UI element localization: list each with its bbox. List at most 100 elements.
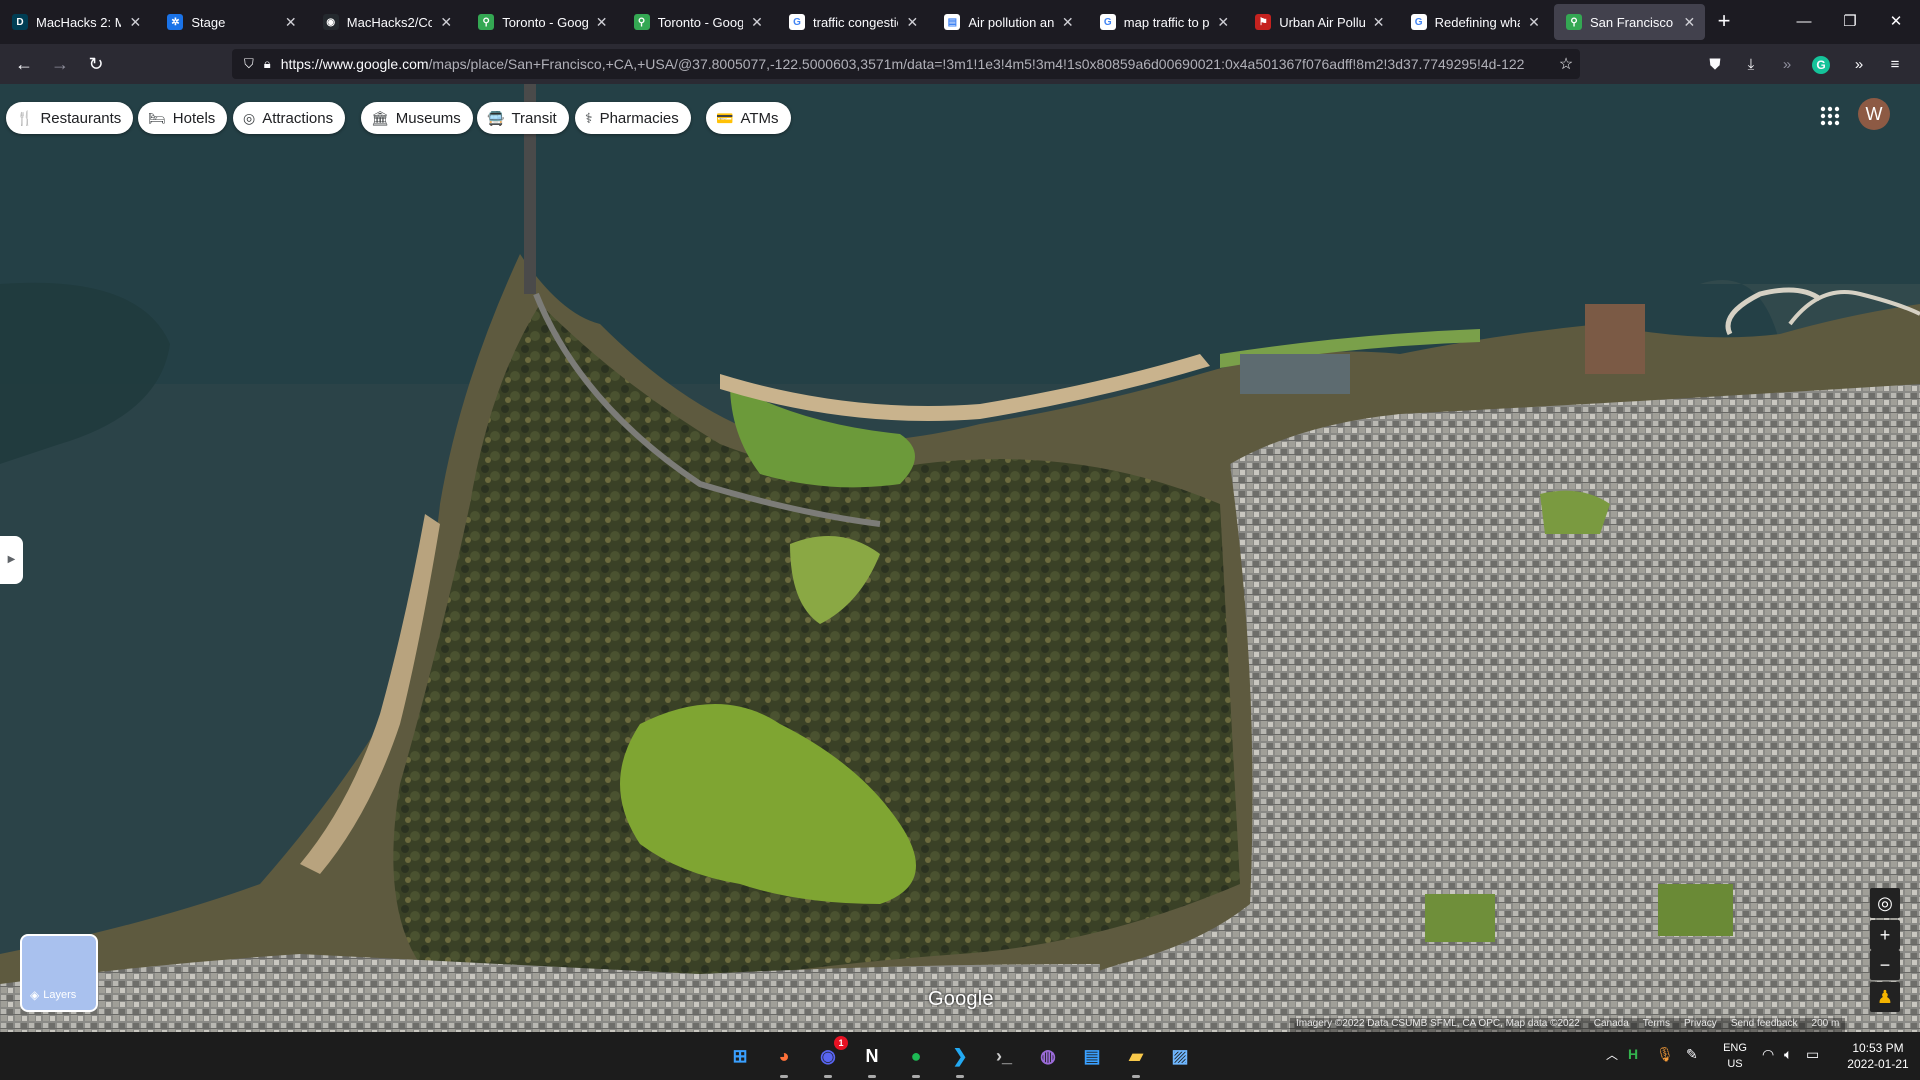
bookmark-star-icon[interactable]: ☆	[1552, 54, 1580, 74]
tab-title: San Francisco - Go	[1590, 14, 1675, 30]
vscode-icon[interactable]: ❯	[944, 1040, 976, 1072]
browser-tab[interactable]: Gmap traffic to poll ✕	[1088, 4, 1239, 40]
google-apps-icon[interactable]	[1818, 104, 1842, 128]
start-icon[interactable]: ⊞	[724, 1040, 756, 1072]
camera-icon: ◎	[243, 109, 256, 126]
tab-close-icon[interactable]: ✕	[1371, 14, 1387, 31]
expand-side-panel-button[interactable]: ▶	[0, 536, 23, 584]
reload-button[interactable]: ↻	[82, 50, 110, 78]
url-text[interactable]: https://www.google.com/maps/place/San+Fr…	[281, 56, 1552, 72]
imagery-credit: Imagery ©2022 Data CSUMB SFML, CA OPC, M…	[1296, 1018, 1580, 1029]
running-indicator	[824, 1075, 832, 1078]
notion-icon[interactable]: N	[856, 1040, 888, 1072]
chip-museums[interactable]: 🏛 Museums	[361, 102, 473, 134]
pharmacy-icon: ⚕	[585, 109, 593, 126]
tray-app-icon[interactable]: H	[1628, 1046, 1638, 1062]
terms-link[interactable]: Terms	[1643, 1018, 1670, 1032]
browser-tab[interactable]: ✲ Stage ✕	[155, 4, 306, 40]
close-window-button[interactable]: ✕	[1876, 8, 1916, 36]
lock-icon[interactable]: 🔒︎	[264, 56, 271, 72]
url-host: https://www.google.com	[280, 56, 429, 72]
running-indicator	[868, 1075, 876, 1078]
browser-tab[interactable]: ⚲ Toronto - Google ✕	[622, 4, 773, 40]
browser-tab[interactable]: ⚲ Toronto - Google ✕	[466, 4, 617, 40]
file-explorer-icon[interactable]: ▰	[1120, 1040, 1152, 1072]
chip-hotels[interactable]: 🛏 Hotels	[138, 102, 228, 134]
tab-close-icon[interactable]: ✕	[904, 14, 920, 31]
tab-close-icon[interactable]: ✕	[1526, 14, 1542, 31]
zoom-in-button[interactable]: +	[1870, 920, 1900, 950]
privacy-link[interactable]: Privacy	[1684, 1018, 1717, 1032]
account-avatar[interactable]: W	[1858, 98, 1890, 130]
tab-close-icon[interactable]: ✕	[283, 14, 299, 31]
country-link[interactable]: Canada	[1594, 1018, 1629, 1032]
extension-arrow-icon[interactable]: »	[1776, 54, 1798, 76]
wifi-icon[interactable]: ◠	[1762, 1046, 1774, 1063]
github-desktop-icon[interactable]: ◍	[1032, 1040, 1064, 1072]
downloads-icon[interactable]: ⤓	[1740, 54, 1762, 76]
minimize-button[interactable]: —	[1784, 8, 1824, 36]
overflow-menu-icon[interactable]: »	[1848, 54, 1870, 76]
tab-close-icon[interactable]: ✕	[749, 14, 765, 31]
google-maps-icon: ⚲	[633, 14, 650, 30]
google-maps-icon: ⚲	[1566, 14, 1582, 30]
scale-bar[interactable]: 200 m	[1812, 1018, 1840, 1032]
bookmark-flag-icon: ⚑	[1255, 14, 1272, 30]
battery-icon[interactable]: ▭	[1806, 1046, 1819, 1063]
tab-close-icon[interactable]: ✕	[594, 14, 610, 31]
satellite-map[interactable]: 🍴 Restaurants 🛏 Hotels ◎ Attractions 🏛 Museums 🚍…	[0, 84, 1920, 1032]
chip-pharmacies[interactable]: ⚕ Pharmacies	[575, 102, 691, 134]
firefox-icon[interactable]: ◕	[768, 1040, 800, 1072]
photos-icon[interactable]: ▨	[1164, 1040, 1196, 1072]
satellite-imagery[interactable]	[0, 84, 1920, 1032]
system-clock[interactable]: 10:53 PM 2022-01-21	[1838, 1040, 1918, 1072]
layers-label: Layers	[43, 989, 77, 1001]
hamburger-menu-icon[interactable]: ≡	[1884, 54, 1906, 76]
back-button[interactable]: ←	[10, 50, 38, 78]
google-icon: G	[1099, 14, 1116, 30]
layers-button[interactable]: ◈ Layers	[20, 934, 98, 1012]
microphone-icon[interactable]: 🎙︎	[1656, 1046, 1674, 1063]
chip-transit[interactable]: 🚍 Transit	[477, 102, 569, 134]
tab-close-icon[interactable]: ✕	[1060, 14, 1076, 31]
forward-button[interactable]: →	[46, 50, 74, 78]
pen-icon[interactable]: ✎	[1686, 1046, 1698, 1063]
google-icon: G	[1410, 14, 1427, 30]
chip-restaurants[interactable]: 🍴 Restaurants	[6, 102, 134, 134]
tab-close-icon[interactable]: ✕	[1681, 14, 1697, 31]
discord-icon[interactable]: ◉ 1	[812, 1036, 848, 1072]
running-indicator	[780, 1075, 788, 1078]
restore-button[interactable]: ❐	[1830, 8, 1870, 36]
send-feedback-link[interactable]: Send feedback	[1731, 1018, 1798, 1032]
new-tab-button[interactable]: +	[1710, 8, 1738, 36]
pocket-icon[interactable]: ⛊	[1704, 54, 1726, 76]
windows-taskbar: ⊞ ◕ ◉ 1 N ● ❯ ›_ ◍ ▤ ▰ ▨ ︿ H 🎙︎ ✎ ENG US ◠ 🔈︎ ▭ 10:…	[0, 1032, 1920, 1080]
tab-title: traffic congestion	[813, 14, 898, 30]
tray-overflow-chevron-icon[interactable]: ︿	[1606, 1046, 1618, 1063]
clock-date: 2022-01-21	[1847, 1057, 1909, 1071]
chip-atms[interactable]: 💳 ATMs	[706, 102, 791, 134]
volume-icon[interactable]: 🔈︎	[1784, 1046, 1792, 1063]
spotify-icon[interactable]: ●	[900, 1040, 932, 1072]
my-location-button[interactable]: ◎	[1870, 888, 1900, 918]
tracking-shield-icon[interactable]: ⛉	[244, 56, 254, 72]
chip-attractions[interactable]: ◎ Attractions	[233, 102, 346, 134]
language-indicator[interactable]: ENG US	[1720, 1040, 1750, 1072]
browser-tab[interactable]: ⚑ Urban Air Pollution ✕	[1243, 4, 1394, 40]
browser-tab[interactable]: Gtraffic congestion ✕	[777, 4, 928, 40]
browser-tab[interactable]: ◉ MacHacks2/Code ✕	[311, 4, 462, 40]
browser-tab[interactable]: G Redefining what a ✕	[1399, 4, 1550, 40]
tab-close-icon[interactable]: ✕	[1215, 14, 1231, 31]
browser-tab[interactable]: ▤ Air pollution and ✕	[932, 4, 1083, 40]
browser-tab[interactable]: D MacHacks 2: Ma ✕	[0, 4, 151, 40]
pegman-street-view-icon[interactable]: ♟	[1870, 982, 1900, 1012]
tab-close-icon[interactable]: ✕	[127, 14, 143, 31]
browser-tab[interactable]: ⚲ San Francisco - Go ✕	[1554, 4, 1706, 40]
grammarly-icon[interactable]: G	[1812, 56, 1830, 74]
zoom-out-button[interactable]: −	[1870, 950, 1900, 980]
terminal-icon[interactable]: ›_	[988, 1040, 1020, 1072]
tab-title: MacHacks 2: Ma	[36, 14, 122, 30]
notepad-icon[interactable]: ▤	[1076, 1040, 1108, 1072]
address-bar[interactable]: ⛉ 🔒︎ https://www.google.com/maps/place/S…	[232, 49, 1580, 79]
tab-close-icon[interactable]: ✕	[438, 14, 454, 31]
